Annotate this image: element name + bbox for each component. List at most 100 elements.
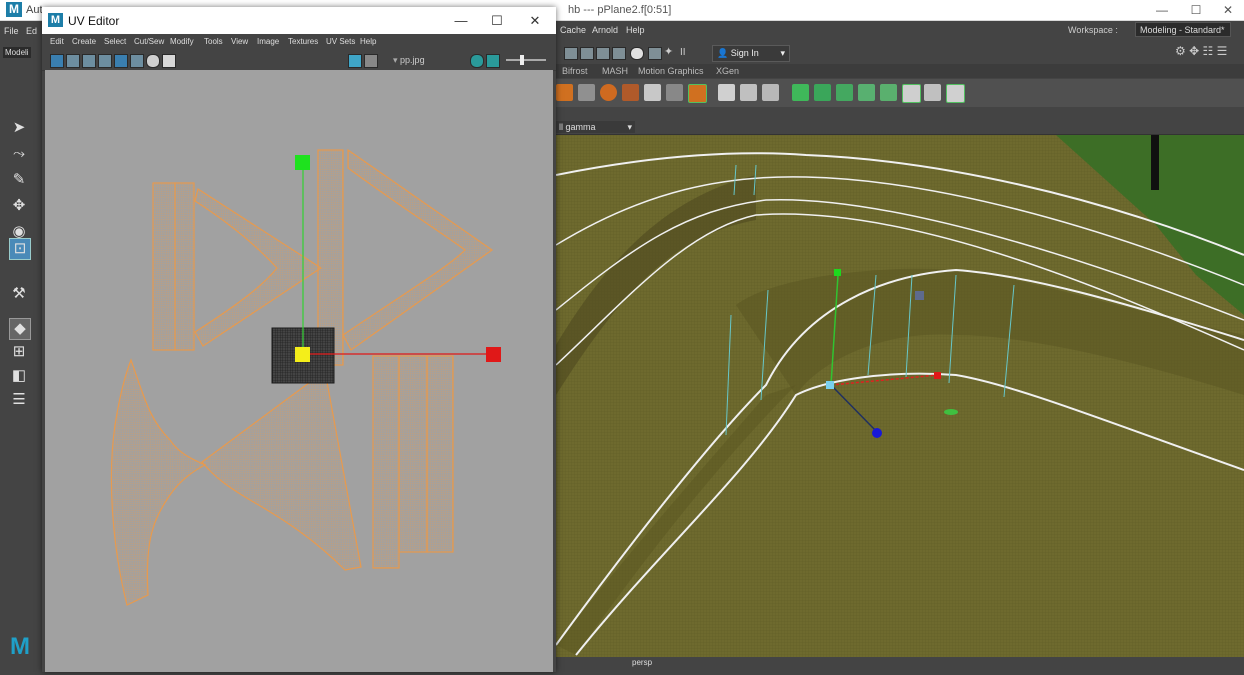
sphere-icon[interactable] bbox=[556, 84, 573, 101]
select-tool-icon[interactable]: ➤ bbox=[9, 118, 29, 138]
uv-sew-icon[interactable] bbox=[946, 84, 965, 103]
uv-shell-strip-3 bbox=[372, 355, 400, 569]
uv-menu-modify[interactable]: Modify bbox=[170, 37, 194, 46]
bevel-icon[interactable] bbox=[666, 84, 683, 101]
uv-distortion-icon[interactable] bbox=[146, 54, 160, 68]
uv-cut-icon[interactable] bbox=[924, 84, 941, 101]
pause-icon[interactable]: II bbox=[680, 47, 692, 58]
uv-menu-select[interactable]: Select bbox=[104, 37, 126, 46]
scale-tool-icon[interactable]: ⊡ bbox=[9, 238, 31, 260]
uv-cylindrical-icon[interactable] bbox=[814, 84, 831, 101]
perspective-viewport[interactable] bbox=[556, 135, 1244, 657]
uv-channel-icon[interactable] bbox=[486, 54, 500, 68]
render-sequence-icon[interactable] bbox=[580, 47, 594, 60]
insert-edge-loop-icon[interactable] bbox=[740, 84, 757, 101]
uv-grid-icon[interactable] bbox=[66, 54, 80, 68]
lasso-tool-icon[interactable]: ⤳ bbox=[9, 144, 29, 164]
uv-minimize-button[interactable]: — bbox=[446, 13, 476, 29]
four-view-icon[interactable]: ⊞ bbox=[9, 342, 29, 362]
uv-menu-create[interactable]: Create bbox=[72, 37, 96, 46]
multicut-icon[interactable] bbox=[718, 84, 735, 101]
bridge-icon[interactable] bbox=[644, 84, 661, 101]
shelf-tab-bifrost[interactable]: Bifrost bbox=[562, 66, 588, 76]
hypershade-icon[interactable] bbox=[630, 47, 644, 60]
maya-close-button[interactable]: ✕ bbox=[1214, 3, 1242, 17]
menu-edit-fragment[interactable]: Ed bbox=[26, 26, 37, 36]
uv-shaded-icon[interactable] bbox=[82, 54, 96, 68]
render-settings-icon[interactable] bbox=[612, 47, 626, 60]
menu-set-selector[interactable]: Modeli bbox=[3, 47, 31, 58]
workspace-select[interactable]: Modeling - Standard* bbox=[1135, 22, 1231, 37]
uv-move-center-handle[interactable] bbox=[295, 347, 310, 362]
uv-texture-borders-icon[interactable] bbox=[98, 54, 112, 68]
move-z-handle[interactable] bbox=[872, 428, 882, 438]
uv-image-toggle-icon[interactable] bbox=[348, 54, 362, 68]
last-tool-icon[interactable]: ⚒ bbox=[9, 284, 29, 304]
move-tool-icon[interactable]: ✥ bbox=[9, 196, 29, 216]
uv-automatic-icon[interactable] bbox=[858, 84, 875, 101]
panel-toggle-icons[interactable]: ⚙ ✥ ☷ ☰ bbox=[1175, 44, 1244, 62]
uv-editor-menubar: Edit Create Select Cut/Sew Modify Tools … bbox=[42, 34, 556, 50]
target-weld-icon[interactable] bbox=[762, 84, 779, 101]
uv-menu-textures[interactable]: Textures bbox=[288, 37, 318, 46]
menu-file[interactable]: File bbox=[4, 26, 19, 36]
persp-outliner-icon[interactable]: ◧ bbox=[9, 366, 29, 386]
uv-menu-image[interactable]: Image bbox=[257, 37, 279, 46]
append-icon[interactable] bbox=[688, 84, 707, 103]
uv-spherical-icon[interactable] bbox=[836, 84, 853, 101]
render-view-icon[interactable] bbox=[648, 47, 662, 60]
uv-editor-title: UV Editor bbox=[68, 14, 120, 28]
maya-maximize-button[interactable]: ☐ bbox=[1182, 3, 1210, 17]
maya-status-line: ✦ II bbox=[556, 43, 1244, 63]
move-y-handle[interactable] bbox=[834, 269, 841, 276]
outliner-icon[interactable]: ☰ bbox=[9, 390, 29, 410]
viewport-status-bar: persp bbox=[556, 657, 1244, 672]
extract-icon[interactable] bbox=[600, 84, 617, 101]
shelf-tab-motion-graphics[interactable]: Motion Graphics bbox=[638, 66, 704, 76]
menu-cache[interactable]: Cache bbox=[560, 25, 586, 35]
wand-icon[interactable]: ✦ bbox=[664, 47, 676, 58]
paint-select-icon[interactable]: ✎ bbox=[9, 170, 29, 190]
maya-minimize-button[interactable]: — bbox=[1148, 3, 1176, 17]
uv-dim-image-icon[interactable] bbox=[364, 54, 378, 68]
uv-move-u-handle[interactable] bbox=[486, 347, 501, 362]
uv-planar-icon[interactable] bbox=[792, 84, 809, 101]
uv-camera-icon[interactable] bbox=[880, 84, 897, 101]
uv-menu-uv-sets[interactable]: UV Sets bbox=[326, 37, 355, 46]
single-perspective-icon[interactable]: ◆ bbox=[9, 318, 31, 340]
ipr-icon[interactable] bbox=[596, 47, 610, 60]
move-center-handle[interactable] bbox=[826, 381, 834, 389]
move-x-handle[interactable] bbox=[934, 372, 941, 379]
uv-checker-icon[interactable] bbox=[130, 54, 144, 68]
menu-arnold[interactable]: Arnold bbox=[592, 25, 618, 35]
render-icon[interactable] bbox=[564, 47, 578, 60]
combine-icon[interactable] bbox=[578, 84, 595, 101]
uv-color-icon[interactable] bbox=[470, 54, 484, 68]
plane-handle[interactable] bbox=[915, 291, 924, 300]
uv-image-name[interactable]: ▾ pp.jpg bbox=[393, 55, 425, 66]
shelf-tab-mash[interactable]: MASH bbox=[602, 66, 628, 76]
uv-exposure-slider[interactable] bbox=[506, 59, 546, 61]
uv-layout-icon[interactable] bbox=[902, 84, 921, 103]
viewport-gamma-field[interactable]: ll gamma ▾ bbox=[556, 121, 635, 133]
uv-display-image-icon[interactable] bbox=[114, 54, 128, 68]
sign-in-button[interactable]: 👤 Sign In ▾ bbox=[712, 45, 790, 62]
uv-menu-cut-sew[interactable]: Cut/Sew bbox=[134, 37, 164, 46]
uv-image-ratio-icon[interactable] bbox=[162, 54, 176, 68]
uv-menu-help[interactable]: Help bbox=[360, 37, 376, 46]
uv-move-v-handle[interactable] bbox=[295, 155, 310, 170]
viewport-scene bbox=[556, 135, 1244, 657]
uv-menu-tools[interactable]: Tools bbox=[204, 37, 223, 46]
uv-snapshot-icon[interactable] bbox=[50, 54, 64, 68]
uv-menu-edit[interactable]: Edit bbox=[50, 37, 64, 46]
uv-canvas[interactable] bbox=[45, 70, 553, 672]
uv-close-button[interactable]: ✕ bbox=[520, 13, 550, 29]
smooth-icon[interactable] bbox=[622, 84, 639, 101]
menu-help[interactable]: Help bbox=[626, 25, 645, 35]
uv-editor-titlebar[interactable]: M UV Editor — ☐ ✕ bbox=[42, 7, 556, 34]
uv-maximize-button[interactable]: ☐ bbox=[482, 13, 512, 29]
uv-exposure-slider-handle[interactable] bbox=[520, 55, 524, 65]
shelf-tab-xgen[interactable]: XGen bbox=[716, 66, 739, 76]
maya-m-icon: M bbox=[10, 633, 30, 660]
uv-menu-view[interactable]: View bbox=[231, 37, 248, 46]
